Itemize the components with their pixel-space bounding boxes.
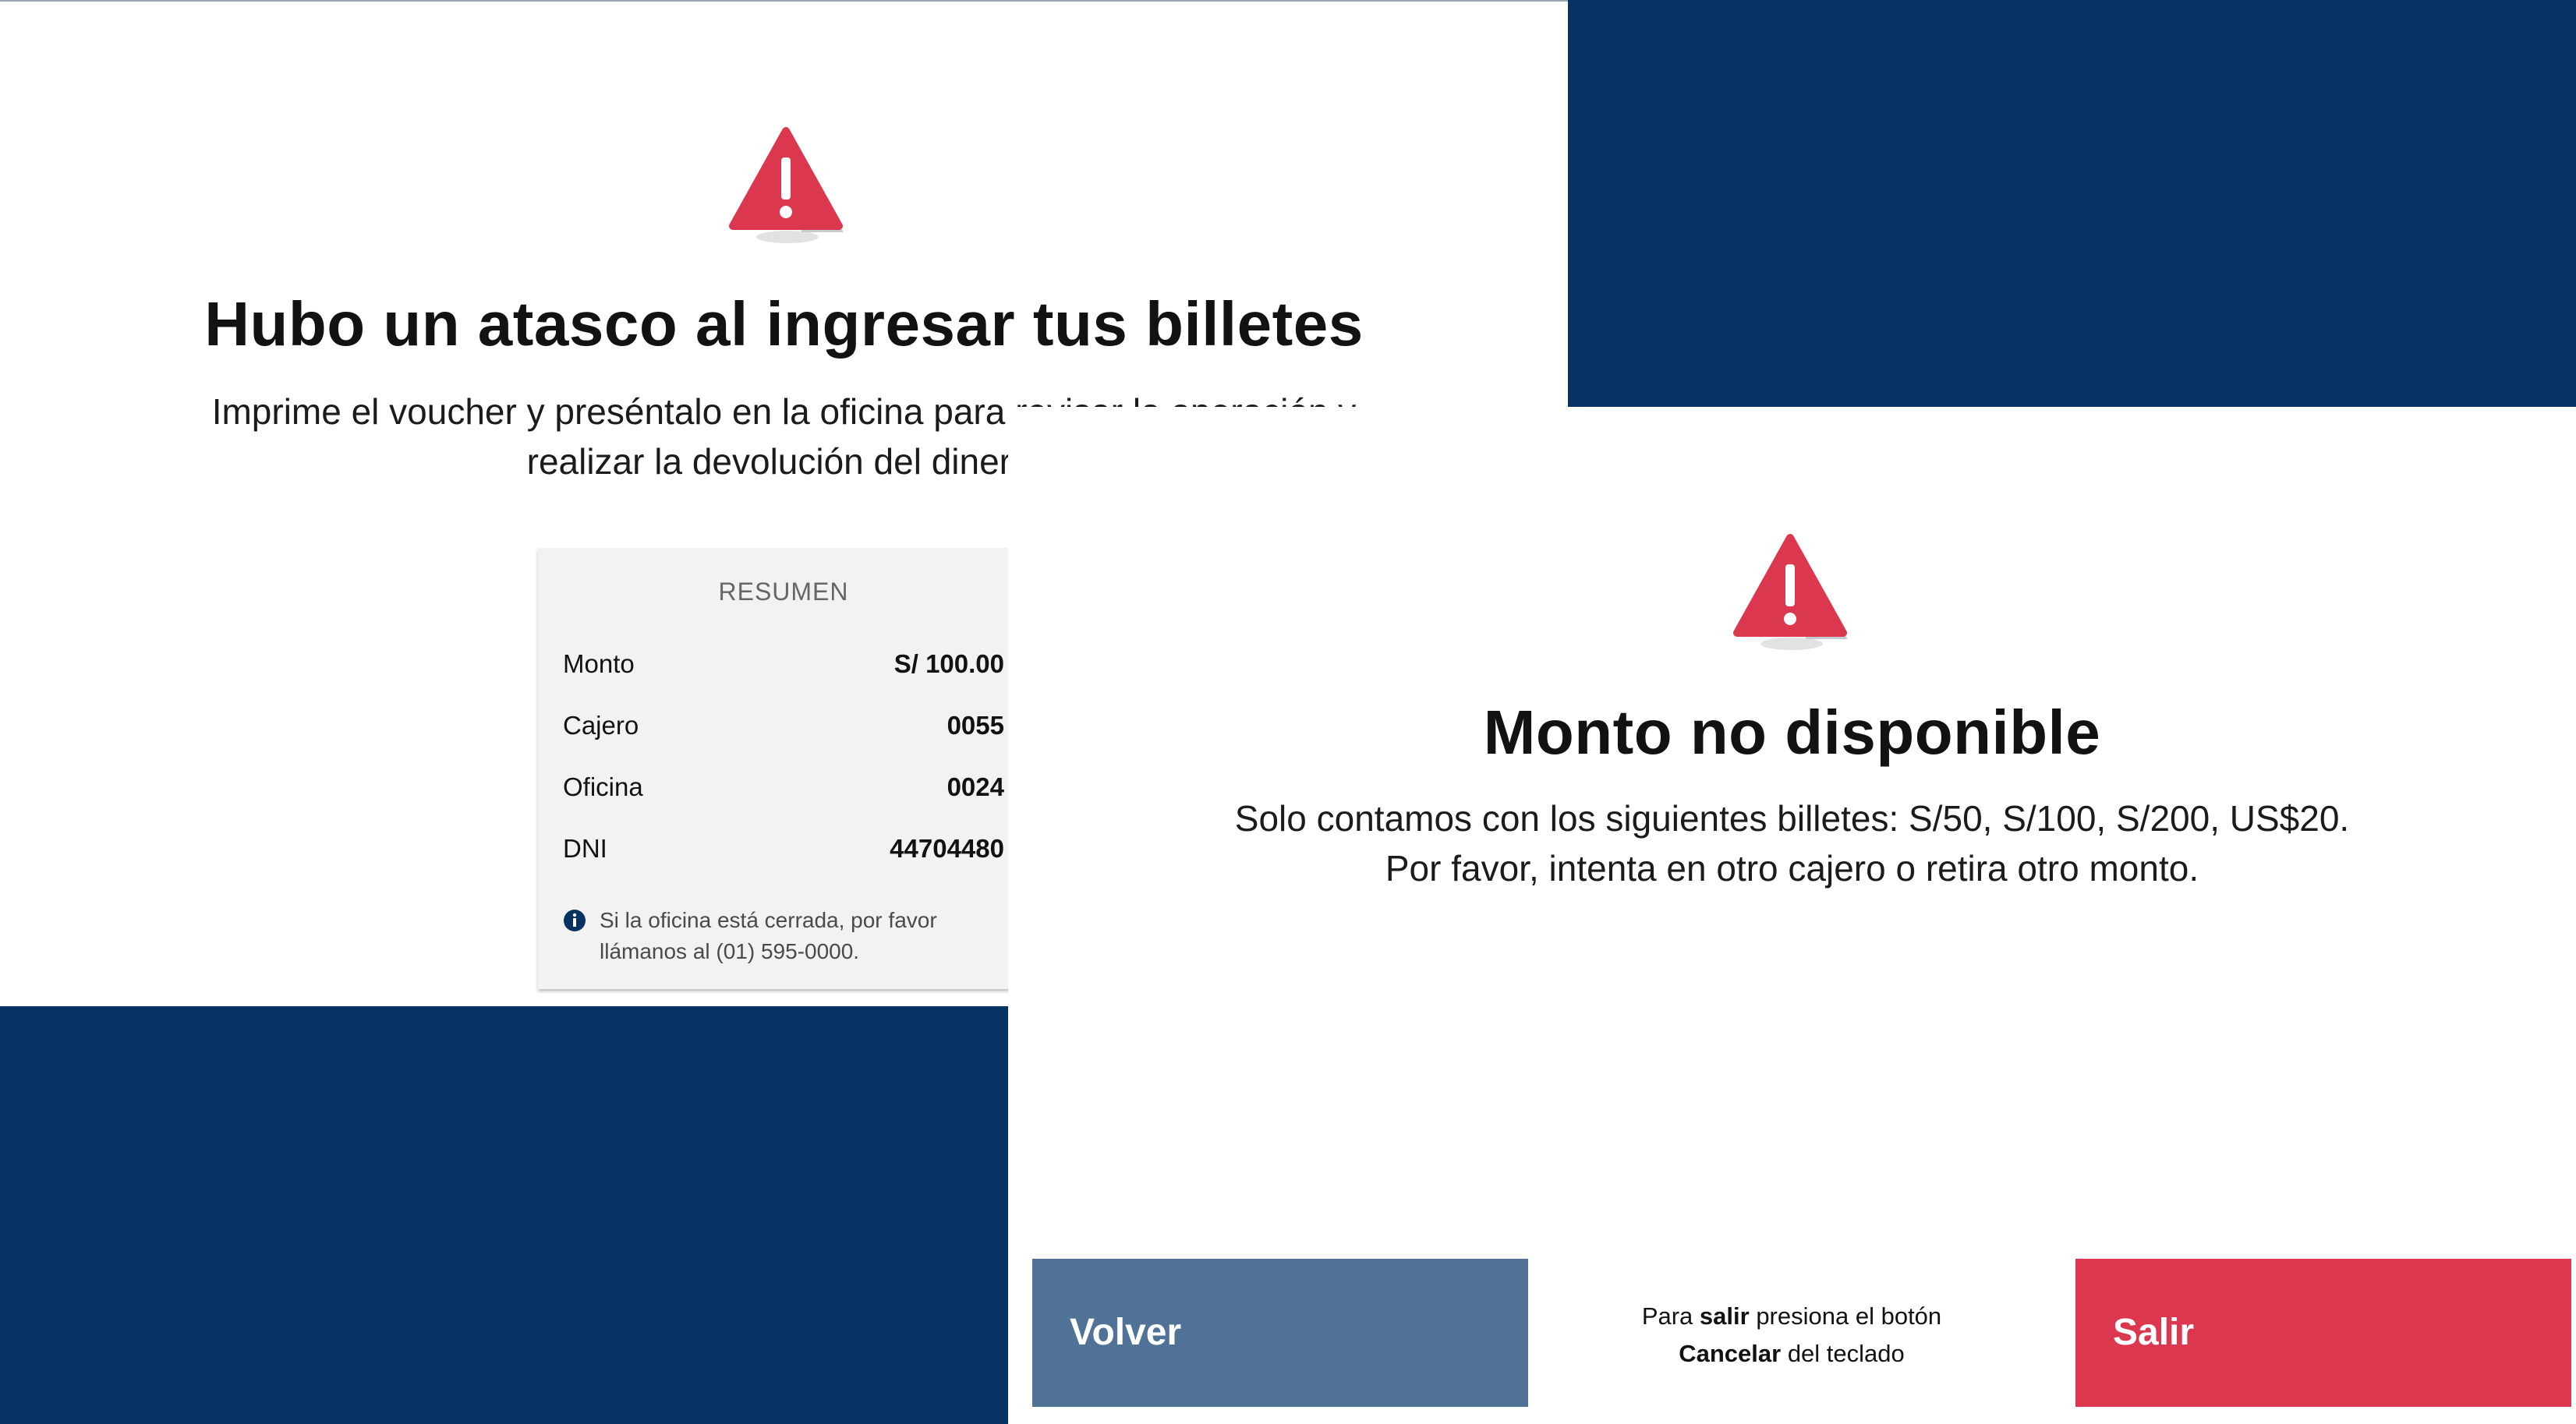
salir-button[interactable]: Salir: [2075, 1259, 2571, 1407]
summary-value: 0055: [947, 711, 1004, 740]
exit-hint: Para salir presiona el botón Cancelar de…: [1554, 1298, 2029, 1373]
summary-row-oficina: Oficina 0024: [563, 772, 1004, 811]
summary-label: DNI: [563, 834, 607, 863]
summary-title: RESUMEN: [718, 578, 849, 606]
summary-row-dni: DNI 44704480: [563, 834, 1004, 873]
warning-triangle-icon: [1733, 534, 1848, 650]
summary-card: RESUMEN Monto S/ 100.00 Cajero 0055 Ofic…: [538, 548, 1029, 989]
hint-bold: Cancelar: [1679, 1340, 1782, 1367]
summary-value: 0024: [947, 772, 1004, 801]
background-navy-block: [1568, 0, 2576, 407]
warning-triangle-icon: [729, 127, 844, 243]
background-navy-block: [0, 1006, 1008, 1424]
exit-hint-line: Cancelar del teclado: [1554, 1335, 2029, 1373]
hint-text: presiona el botón: [1749, 1302, 1942, 1330]
summary-row-monto: Monto S/ 100.00: [563, 649, 1004, 688]
volver-button[interactable]: Volver: [1032, 1259, 1528, 1407]
message-line: Solo contamos con los siguientes billete…: [1234, 798, 2350, 839]
error-title: Hubo un atasco al ingresar tus billetes: [204, 289, 1364, 359]
summary-value: S/ 100.00: [893, 649, 1004, 678]
summary-label: Oficina: [563, 772, 643, 801]
summary-label: Monto: [563, 649, 635, 678]
hint-text: Para: [1641, 1302, 1700, 1330]
summary-row-cajero: Cajero 0055: [563, 711, 1004, 750]
summary-value: 44704480: [890, 834, 1004, 863]
message-line: Por favor, intenta en otro cajero o reti…: [1385, 848, 2199, 889]
exit-hint-line: Para salir presiona el botón: [1554, 1298, 2029, 1335]
summary-label: Cajero: [563, 711, 639, 740]
hint-text: del teclado: [1781, 1340, 1905, 1367]
summary-note-text: Si la oficina está cerrada, por favor ll…: [600, 908, 937, 963]
amount-unavailable-screen: Monto no disponible Solo contamos con lo…: [1008, 407, 2576, 1424]
info-icon: [564, 910, 586, 931]
error-title: Monto no disponible: [1483, 698, 2101, 767]
hint-bold: salir: [1699, 1302, 1750, 1330]
error-message: Solo contamos con los siguientes billete…: [1008, 793, 2576, 893]
